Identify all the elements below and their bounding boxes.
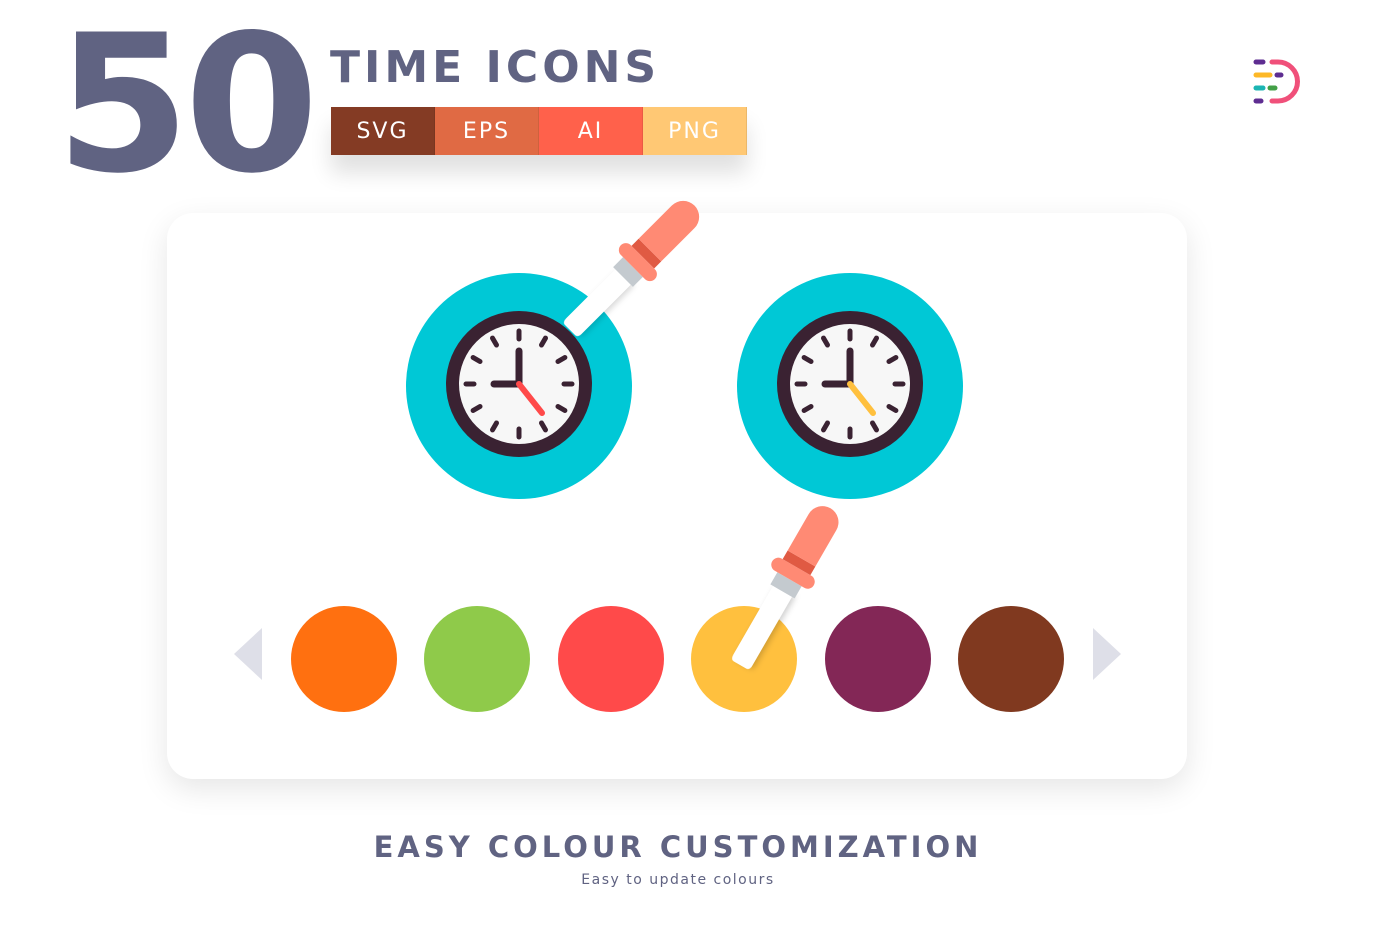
format-badge-eps: EPS bbox=[435, 107, 539, 155]
clock-tick bbox=[870, 335, 879, 348]
clock-tick bbox=[490, 420, 499, 433]
previous-arrow-icon[interactable] bbox=[234, 628, 262, 680]
feature-subtitle: Easy to update colours bbox=[581, 872, 775, 888]
format-badge-ai: AI bbox=[539, 107, 643, 155]
clock-tick bbox=[470, 404, 483, 413]
clock-tick bbox=[555, 355, 568, 364]
clock-tick bbox=[555, 404, 568, 413]
eyedropper-icon bbox=[563, 200, 700, 337]
clock-tick bbox=[490, 335, 499, 348]
color-swatch-red[interactable] bbox=[558, 606, 664, 712]
clock-tick bbox=[801, 404, 814, 413]
clock-tick bbox=[821, 420, 830, 433]
format-badges: SVG EPS AI PNG bbox=[331, 107, 747, 155]
clock-tick bbox=[886, 404, 899, 413]
color-swatch-brown[interactable] bbox=[958, 606, 1064, 712]
clock-tick bbox=[870, 420, 879, 433]
clock-tick bbox=[801, 355, 814, 364]
clock-icon-recolored bbox=[737, 273, 963, 499]
icon-count: 50 bbox=[55, 0, 319, 215]
format-badge-png: PNG bbox=[643, 107, 747, 155]
next-arrow-icon[interactable] bbox=[1093, 628, 1121, 680]
color-swatch-orange[interactable] bbox=[291, 606, 397, 712]
clock-tick bbox=[886, 355, 899, 364]
eyedropper-icon bbox=[732, 506, 839, 670]
clock-tick bbox=[470, 355, 483, 364]
clock-tick bbox=[821, 335, 830, 348]
pack-title: TIME ICONS bbox=[330, 42, 661, 93]
brand-logo-icon bbox=[1253, 59, 1300, 104]
feature-title: EASY COLOUR CUSTOMIZATION bbox=[373, 830, 983, 864]
clock-tick bbox=[539, 420, 548, 433]
format-badge-svg: SVG bbox=[331, 107, 435, 155]
color-swatch-green[interactable] bbox=[424, 606, 530, 712]
